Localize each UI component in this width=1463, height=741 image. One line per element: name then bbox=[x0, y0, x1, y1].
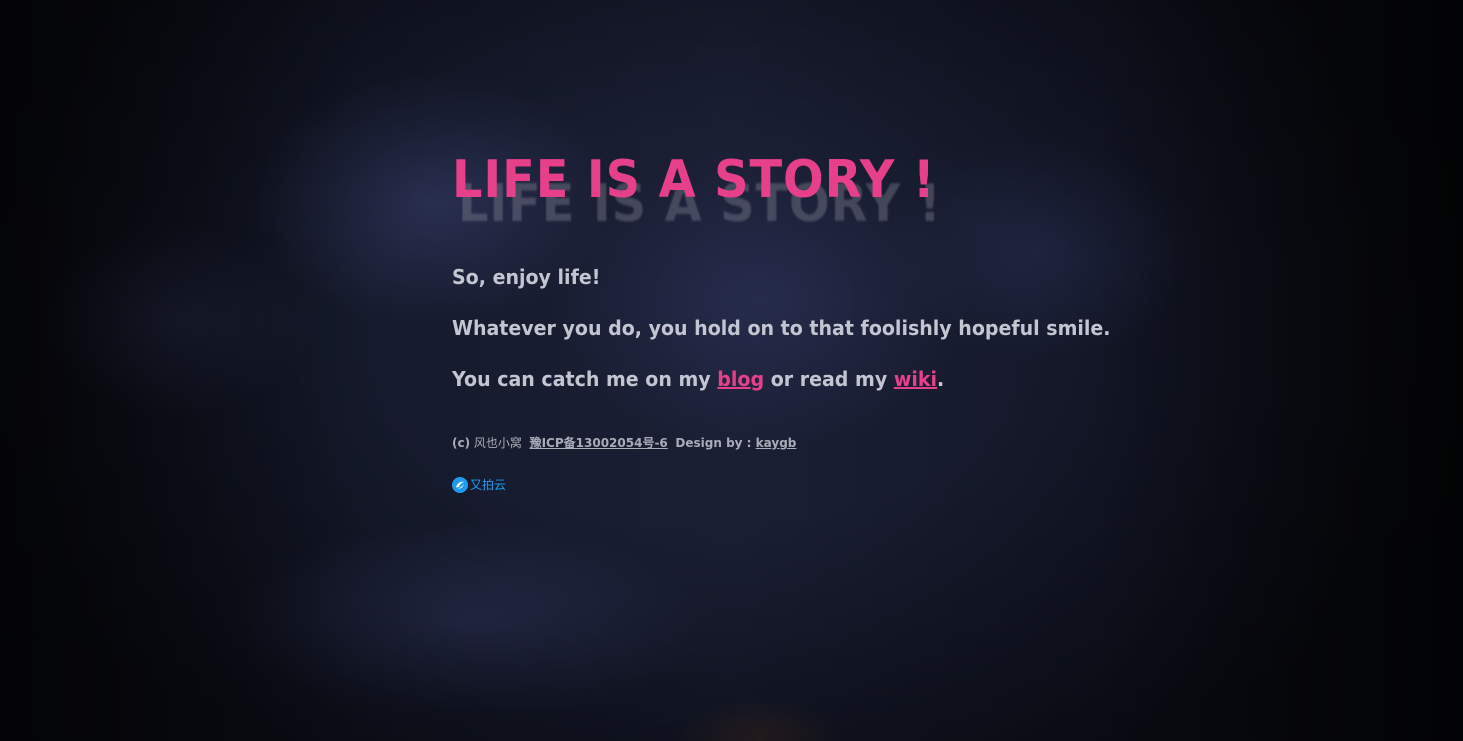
upyun-logo-icon bbox=[452, 476, 468, 493]
copyright-icon: (c) bbox=[452, 436, 471, 450]
blog-link[interactable]: blog bbox=[717, 367, 764, 391]
footer: (c) 风也小窝 豫ICP备13002054号-6 Design by : ka… bbox=[452, 434, 796, 451]
icp-link[interactable]: 豫ICP备13002054号-6 bbox=[530, 436, 668, 450]
hero-title-block: LIFE IS A STORY ! LIFE IS A STORY ! bbox=[452, 150, 1212, 240]
design-credit-label: Design by : bbox=[675, 436, 756, 450]
tagline-links: You can catch me on my blog or read my w… bbox=[452, 367, 944, 391]
main-content: LIFE IS A STORY ! LIFE IS A STORY ! So, … bbox=[452, 150, 1212, 493]
upyun-sponsor-link[interactable]: 又拍云 bbox=[452, 476, 506, 493]
tagline-links-suffix: . bbox=[937, 367, 945, 391]
tagline-links-middle: or read my bbox=[764, 367, 894, 391]
designer-link[interactable]: kaygb bbox=[756, 436, 797, 450]
tagline-links-prefix: You can catch me on my bbox=[452, 367, 718, 391]
tagline-hopeful-smile: Whatever you do, you hold on to that foo… bbox=[452, 316, 1111, 340]
tagline-enjoy-life: So, enjoy life! bbox=[452, 265, 601, 289]
upyun-label: 又拍云 bbox=[470, 478, 507, 492]
wiki-link[interactable]: wiki bbox=[894, 367, 937, 391]
hero-title: LIFE IS A STORY ! bbox=[452, 150, 936, 210]
site-name: 风也小窝 bbox=[473, 436, 522, 450]
